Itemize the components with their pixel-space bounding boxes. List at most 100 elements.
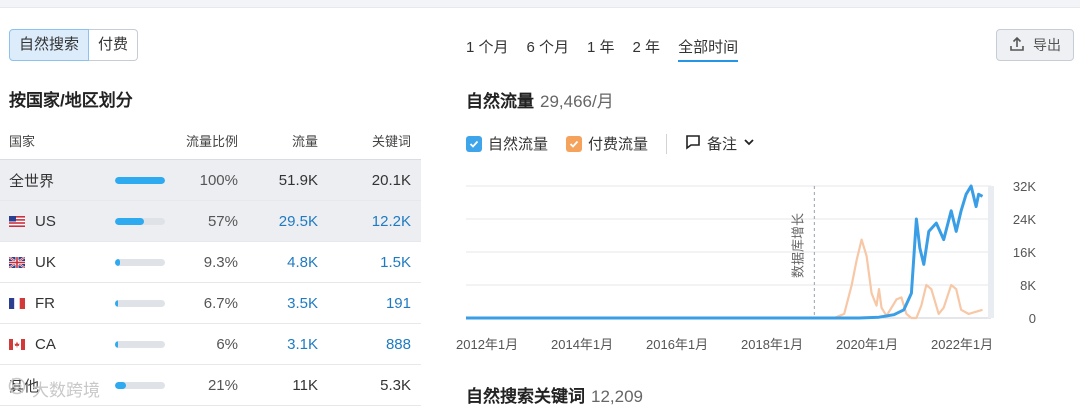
share-value: 9.3%	[203, 253, 238, 271]
country-name[interactable]: FR	[35, 295, 55, 312]
x-tick-label: 2020年1月	[836, 337, 898, 352]
organic-traffic-label: 自然流量	[466, 92, 534, 111]
top-bar	[0, 0, 1080, 8]
table-row[interactable]: CA 6% 3.1K 888	[0, 324, 421, 365]
period-option[interactable]: 1 个月	[466, 36, 509, 62]
table-header: 国家 流量比例 流量 关键词	[0, 122, 421, 160]
header-share[interactable]: 流量比例	[115, 131, 238, 150]
share-bar-fill	[115, 258, 120, 266]
share-value: 6%	[216, 335, 238, 353]
header-traffic[interactable]: 流量	[238, 131, 318, 150]
chart-legend: 自然流量 付费流量 备注	[466, 133, 755, 154]
x-tick-label: 2014年1月	[551, 337, 613, 352]
country-name[interactable]: CA	[35, 336, 56, 353]
period-option[interactable]: 全部时间	[678, 36, 739, 62]
organic-keywords-heading: 自然搜索关键词 12,209	[466, 382, 643, 407]
checkbox-checked-icon	[466, 135, 482, 152]
share-bar-cell	[115, 381, 185, 389]
y-tick-label: 16K	[1013, 245, 1036, 260]
chart-right-band	[988, 186, 994, 318]
country-cell: FR	[0, 295, 115, 312]
share-bar-cell	[115, 299, 185, 307]
chevron-down-icon	[743, 135, 755, 152]
organic-keywords-value: 12,209	[591, 387, 643, 406]
x-tick-label: 2018年1月	[741, 337, 803, 352]
share-bar-cell	[115, 340, 185, 348]
export-label: 导出	[1033, 37, 1061, 53]
x-tick-label: 2012年1月	[456, 337, 518, 352]
keywords-value: 20.1K	[371, 171, 411, 189]
country-name[interactable]: UK	[35, 254, 56, 271]
country-name[interactable]: US	[35, 213, 56, 230]
x-tick-label: 2022年1月	[931, 337, 993, 352]
period-selector: 1 个月 6 个月 1 年 2 年全部时间	[466, 36, 739, 62]
y-tick-label: 32K	[1013, 179, 1036, 194]
country-cell: US	[0, 213, 115, 230]
keywords-value: 5.3K	[380, 376, 411, 394]
traffic-value: 11K	[292, 376, 318, 394]
share-bar-fill	[115, 299, 119, 307]
annotation-label: 数据库增长	[790, 213, 806, 278]
ca-flag-icon	[9, 338, 25, 350]
country-table: 国家 流量比例 流量 关键词 全世界 100% 51.9K 20.1K US 5…	[0, 122, 421, 406]
country-cell: UK	[0, 254, 115, 271]
y-tick-label: 24K	[1013, 212, 1036, 227]
share-value: 6.7%	[203, 294, 238, 312]
legend-organic-label: 自然流量	[488, 136, 549, 153]
tab-organic[interactable]: 自然搜索	[9, 29, 90, 61]
traffic-value[interactable]: 3.1K	[238, 336, 318, 353]
header-share-label: 流量比例	[185, 134, 238, 149]
share-value: 21%	[207, 376, 238, 394]
legend-paid[interactable]: 付费流量	[566, 133, 648, 154]
tab-paid[interactable]: 付费	[89, 29, 139, 61]
traffic-value[interactable]: 29.5K	[238, 213, 318, 230]
legend-paid-label: 付费流量	[588, 136, 649, 153]
share-bar-cell	[115, 176, 185, 184]
keywords-value[interactable]: 191	[318, 295, 411, 312]
checkbox-checked-icon	[566, 135, 583, 152]
share-bar	[115, 340, 165, 348]
country-name: 全世界	[9, 172, 55, 190]
share-bar	[115, 299, 165, 307]
period-option[interactable]: 6 个月	[527, 36, 570, 62]
traffic-type-toggle: 自然搜索 付费	[9, 29, 139, 61]
share-bar-fill	[115, 217, 144, 225]
traffic-value[interactable]: 4.8K	[238, 254, 318, 271]
header-country[interactable]: 国家	[0, 131, 115, 150]
period-option[interactable]: 1 年	[587, 36, 615, 62]
keywords-value[interactable]: 12.2K	[318, 213, 411, 230]
table-row[interactable]: US 57% 29.5K 12.2K	[0, 201, 421, 242]
share-bar-fill	[115, 381, 126, 389]
watermark: 大数跨境	[8, 376, 100, 401]
organic-traffic-value: 29,466/月	[540, 92, 614, 111]
share-bar	[115, 176, 165, 184]
section-title: 按国家/地区划分	[9, 91, 133, 110]
fr-flag-icon	[9, 297, 25, 309]
share-value: 57%	[207, 212, 238, 230]
us-flag-icon	[9, 215, 25, 227]
traffic-chart: 32K 24K 16K 8K 0 2012年1月 2014年1月 2016年1月 2018年1月…	[456, 179, 1036, 352]
table-row[interactable]: 全世界 100% 51.9K 20.1K	[0, 160, 421, 201]
traffic-value: 51.9K	[278, 171, 318, 189]
period-option[interactable]: 2 年	[633, 36, 661, 62]
export-button[interactable]: 导出	[996, 29, 1074, 61]
traffic-value[interactable]: 3.5K	[238, 295, 318, 312]
uk-flag-icon	[9, 256, 25, 268]
share-value: 100%	[199, 171, 238, 189]
table-row[interactable]: FR 6.7% 3.5K 191	[0, 283, 421, 324]
table-row[interactable]: UK 9.3% 4.8K 1.5K	[0, 242, 421, 283]
share-bar	[115, 258, 165, 266]
keywords-value[interactable]: 888	[318, 336, 411, 353]
keywords-value[interactable]: 1.5K	[318, 254, 411, 271]
organic-keywords-label: 自然搜索关键词	[466, 387, 585, 406]
divider	[666, 133, 668, 154]
country-cell: CA	[0, 336, 115, 353]
x-tick-label: 2016年1月	[646, 337, 708, 352]
notes-label: 备注	[707, 136, 738, 153]
legend-organic[interactable]: 自然流量	[466, 133, 548, 154]
share-bar-cell	[115, 217, 185, 225]
notes-dropdown[interactable]: 备注	[685, 133, 755, 154]
y-tick-label: 0	[1029, 311, 1036, 326]
share-bar-fill	[115, 340, 118, 348]
header-keywords[interactable]: 关键词	[318, 131, 411, 150]
